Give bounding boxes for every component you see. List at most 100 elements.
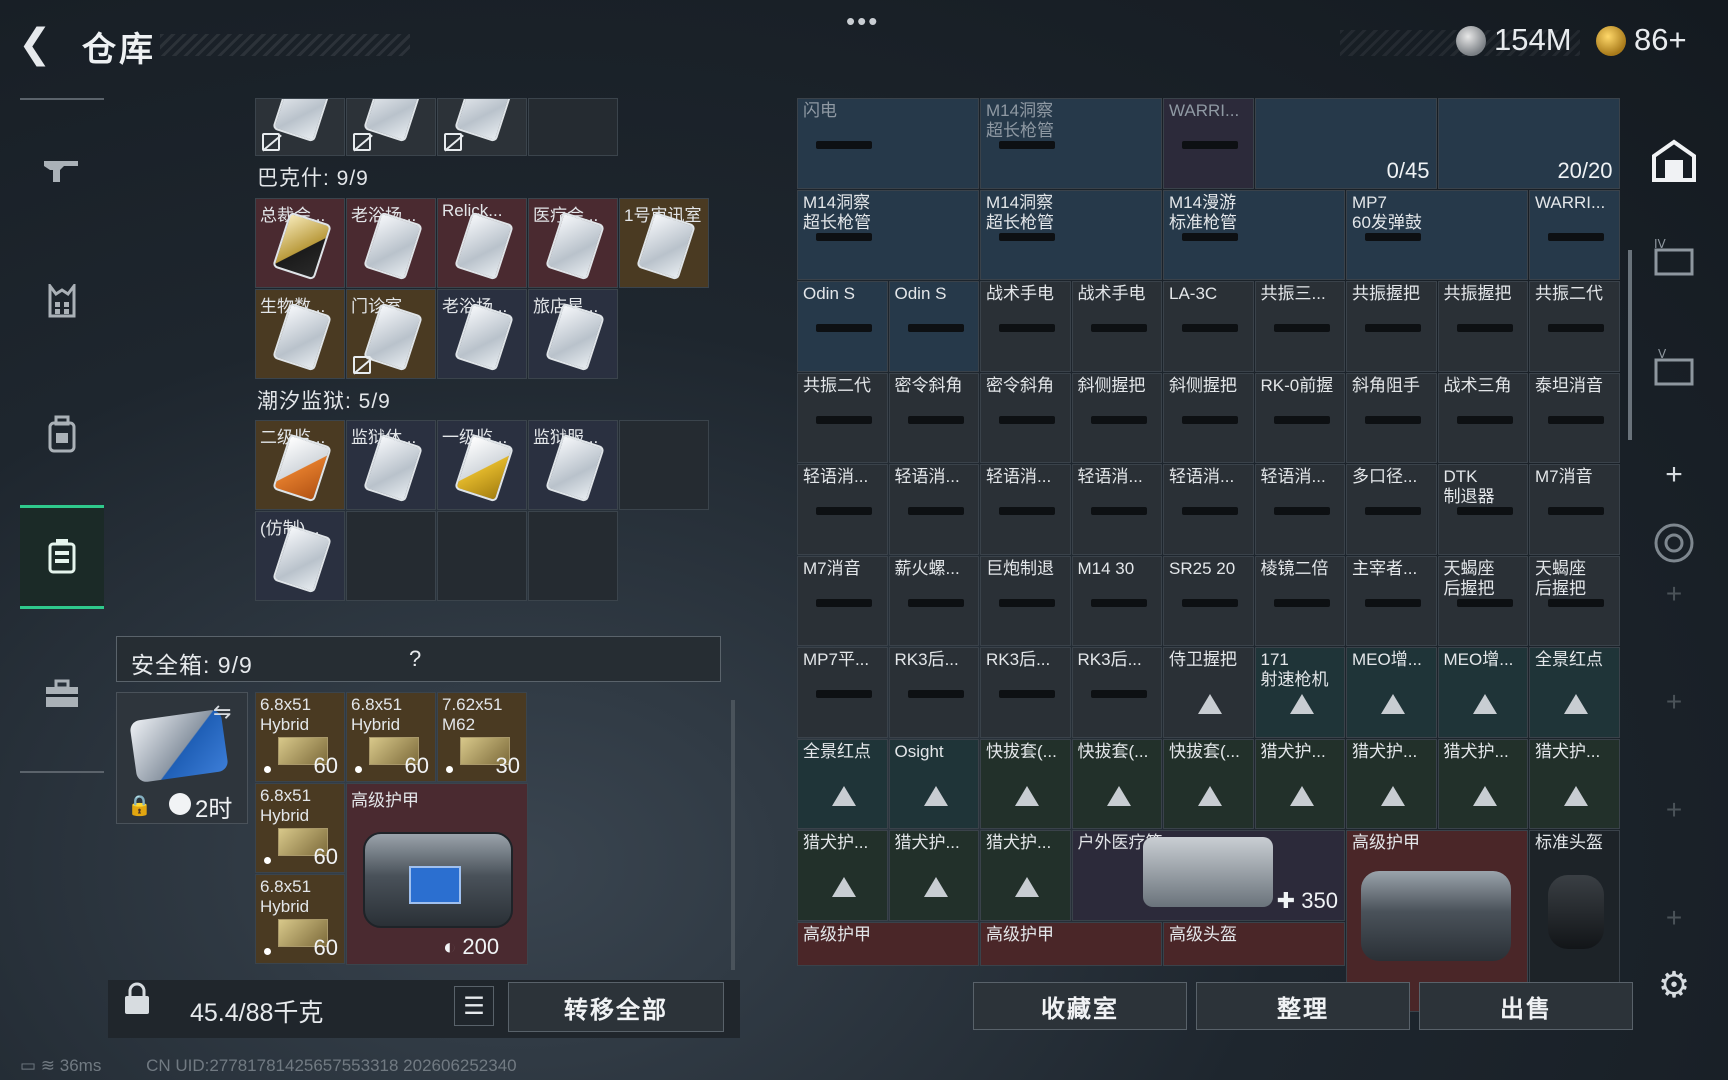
keycard-item[interactable]: 二级监... (255, 420, 345, 510)
stash-item[interactable]: Osight (888, 738, 979, 829)
ammo-item[interactable]: 6.8x51 Hybrid 60 (255, 692, 345, 782)
keycard-item[interactable]: 监狱服... (528, 420, 618, 510)
transfer-all-button[interactable]: 转移全部 (508, 982, 724, 1032)
stash-item[interactable]: 快拔套(... (980, 738, 1071, 829)
stash-item[interactable]: 20/20 (1437, 98, 1620, 189)
stash-item[interactable]: DTK 制退器 (1437, 464, 1528, 555)
keycard-item[interactable]: 老浴场... (437, 289, 527, 379)
stash-item[interactable]: 主宰者... (1346, 555, 1437, 646)
help-icon[interactable]: ? (409, 646, 421, 672)
item-cell[interactable] (437, 98, 527, 156)
stash-item[interactable]: 猎犬护... (1437, 738, 1528, 829)
stash-item[interactable]: MP7平... (797, 647, 888, 738)
stash-item[interactable]: SR25 20 (1163, 555, 1254, 646)
stash-item[interactable]: 战术手电 (980, 281, 1071, 372)
stash-item[interactable]: 快拔套(... (1071, 738, 1162, 829)
stash-item[interactable]: 猎犬护... (1346, 738, 1437, 829)
stash-item[interactable]: 171 射速枪机 (1254, 647, 1345, 738)
stash-item[interactable]: RK3后... (888, 647, 979, 738)
gold-currency-value[interactable]: 86+ (1634, 22, 1687, 58)
settings-gear-icon[interactable]: ⚙ (1634, 964, 1714, 1006)
stash-item[interactable]: 闪电 (797, 98, 979, 189)
stash-item[interactable]: M14洞察 超长枪管 (980, 98, 1162, 189)
medkit-item[interactable]: 户外医疗箱 ✚ 350 (1071, 830, 1345, 921)
stash-item[interactable]: 轻语消... (1254, 464, 1345, 555)
sort-button[interactable]: 整理 (1196, 982, 1410, 1030)
storage-category-icon[interactable] (20, 505, 104, 609)
ammo-item[interactable]: 6.8x51 Hybrid 60 (255, 874, 345, 964)
add-icon[interactable]: + (1634, 458, 1714, 492)
swap-icon[interactable]: ⇋ (213, 699, 231, 725)
keycard-item[interactable]: 1号审讯室 (619, 198, 709, 288)
list-icon[interactable]: ☰ (454, 986, 494, 1026)
stash-item[interactable]: 密令斜角 (888, 372, 979, 463)
stash-item[interactable]: 轻语消... (1071, 464, 1162, 555)
stash-item[interactable]: M14 30 (1071, 555, 1162, 646)
stash-item[interactable]: 棱镜二倍 (1254, 555, 1345, 646)
stash-item[interactable]: WARRI... (1163, 98, 1254, 189)
weapon-category-icon[interactable] (20, 118, 104, 222)
stash-item[interactable]: 斜侧握把 (1071, 372, 1162, 463)
stash-item[interactable]: M7消音 (1529, 464, 1620, 555)
keycard-item[interactable]: 门诊室 (346, 289, 436, 379)
stash-item[interactable]: 全景红点 (797, 738, 888, 829)
ammo-item[interactable]: 6.8x51 Hybrid 60 (346, 692, 436, 782)
back-arrow-icon[interactable]: ❮ (18, 22, 58, 66)
item-cell[interactable] (255, 98, 345, 156)
empty-cell[interactable] (437, 511, 527, 601)
stash-item[interactable]: 泰坦消音 (1529, 372, 1620, 463)
ammo-item[interactable]: 7.62x51 M62 30 (437, 692, 527, 782)
stash-item[interactable]: 轻语消... (797, 464, 888, 555)
ammo-item[interactable]: 6.8x51 Hybrid 60 (255, 783, 345, 873)
stash-item[interactable]: 轻语消... (980, 464, 1071, 555)
stash-item[interactable]: 高级头盔 (1163, 921, 1345, 966)
toolbox-category-icon[interactable] (20, 642, 104, 746)
stash-item[interactable]: 薪火螺... (888, 555, 979, 646)
keycard-item[interactable]: Relick... (437, 198, 527, 288)
keycard-item[interactable]: 生物数... (255, 289, 345, 379)
armor-category-icon[interactable] (20, 250, 104, 354)
empty-cell[interactable] (346, 511, 436, 601)
stash-item[interactable]: M7消音 (797, 555, 888, 646)
backpack-category-icon[interactable] (20, 382, 104, 486)
stash-item[interactable]: 天蝎座 后握把 (1437, 555, 1528, 646)
stash-item[interactable]: 0/45 (1254, 98, 1437, 189)
weight-lock-icon[interactable] (122, 982, 158, 1026)
stash-item[interactable]: M14洞察 超长枪管 (980, 189, 1162, 280)
stash-item[interactable]: 猎犬护... (797, 830, 888, 921)
stash-item[interactable]: 猎犬护... (980, 830, 1071, 921)
stash-item[interactable]: LA-3C (1163, 281, 1254, 372)
empty-cell[interactable] (528, 511, 618, 601)
stash-item[interactable]: RK3后... (980, 647, 1071, 738)
stash-item[interactable]: 共振握把 (1346, 281, 1437, 372)
stash-item[interactable]: 共振三... (1254, 281, 1345, 372)
container-v-icon[interactable]: V (1634, 347, 1714, 393)
stash-item[interactable]: 轻语消... (1163, 464, 1254, 555)
stash-item[interactable]: 斜角阻手 (1346, 372, 1437, 463)
stash-item[interactable]: M14洞察 超长枪管 (797, 189, 979, 280)
armor-item[interactable]: 高级护甲 ◐ 200 (346, 783, 528, 965)
keycard-item[interactable]: 老浴场... (346, 198, 436, 288)
stash-item[interactable]: 斜侧握把 (1163, 372, 1254, 463)
stash-item[interactable]: 战术三角 (1437, 372, 1528, 463)
keycard-item[interactable]: 总裁会... (255, 198, 345, 288)
collection-room-button[interactable]: 收藏室 (973, 982, 1187, 1030)
stash-item[interactable]: 猎犬护... (888, 830, 979, 921)
stash-item[interactable]: 共振二代 (797, 372, 888, 463)
stash-item[interactable]: 多口径... (1346, 464, 1437, 555)
stash-item[interactable]: 轻语消... (888, 464, 979, 555)
sell-button[interactable]: 出售 (1419, 982, 1633, 1030)
empty-cell[interactable] (528, 98, 618, 156)
stash-item[interactable]: Odin S (888, 281, 979, 372)
warehouse-icon[interactable] (1634, 138, 1714, 187)
stash-item[interactable]: 快拔套(... (1163, 738, 1254, 829)
stash-item[interactable]: WARRI... (1529, 189, 1620, 280)
stash-item[interactable]: 巨炮制退 (980, 555, 1071, 646)
more-icon[interactable]: ••• (846, 6, 879, 37)
stash-item[interactable]: 猎犬护... (1254, 738, 1345, 829)
stash-item[interactable]: 猎犬护... (1529, 738, 1620, 829)
stash-item[interactable]: MP7 60发弹鼓 (1346, 189, 1528, 280)
stash-item[interactable]: 全景红点 (1529, 647, 1620, 738)
left-scrollbar[interactable] (731, 700, 735, 970)
stash-item[interactable]: MEO增... (1346, 647, 1437, 738)
